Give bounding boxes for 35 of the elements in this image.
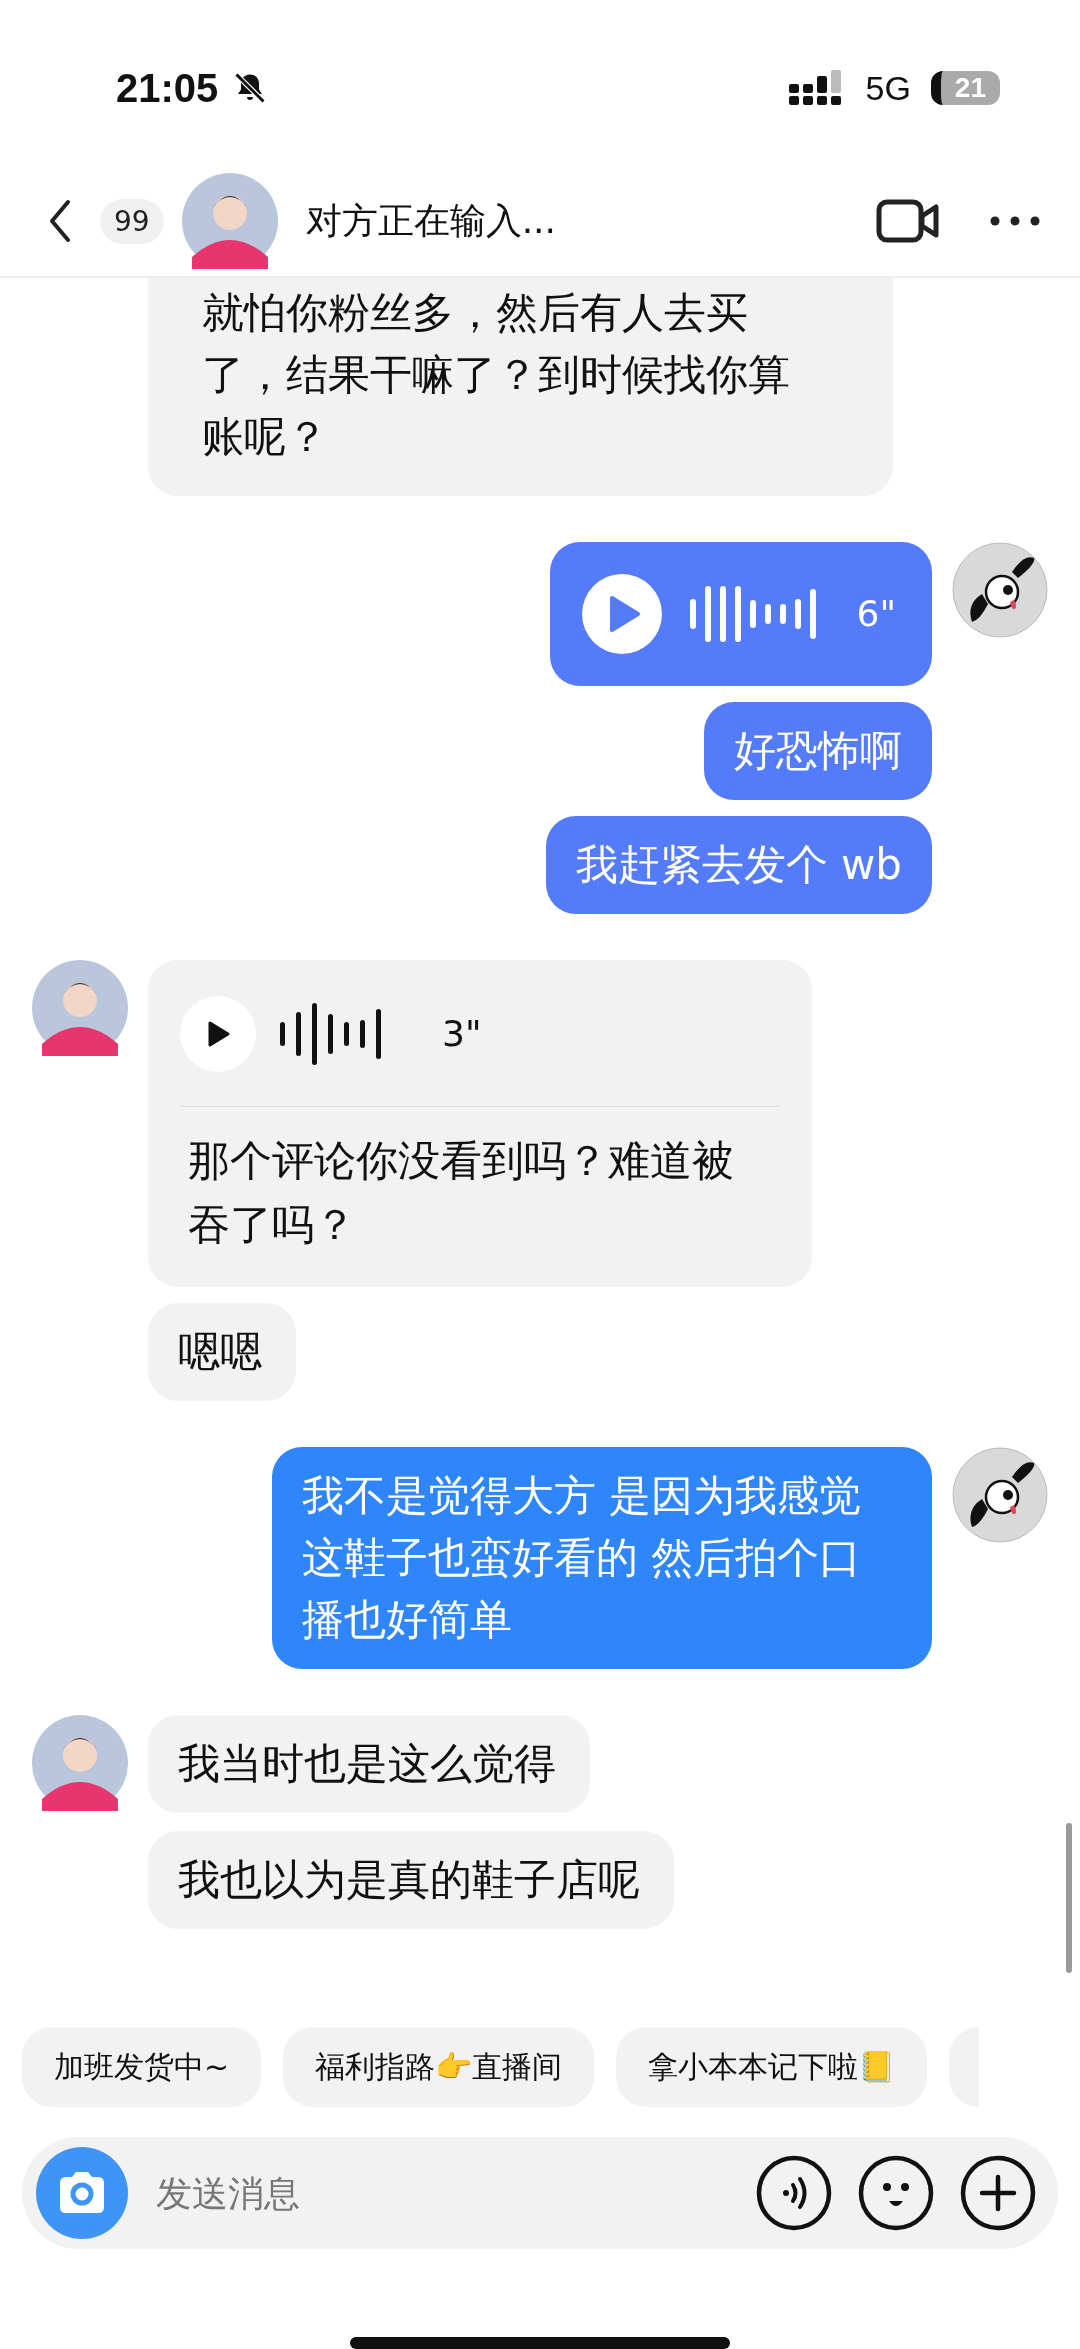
dog-avatar-icon[interactable] — [952, 1447, 1048, 1543]
network-label: 5G — [865, 68, 911, 108]
battery-indicator: 21 — [930, 71, 1000, 105]
voice-transcript: 那个评论你没看到吗？难道被吞了吗？ — [187, 1135, 735, 1251]
message-bubble: 我当时也是这么觉得 — [148, 1715, 590, 1813]
voice-input-icon[interactable] — [756, 2155, 832, 2231]
voice-message[interactable]: 6" — [550, 542, 932, 686]
avatar-icon[interactable] — [32, 1715, 128, 1811]
video-call-icon[interactable] — [876, 199, 940, 243]
avatar-icon[interactable] — [181, 173, 278, 269]
unread-count: 99 — [100, 198, 164, 244]
quick-reply-chip[interactable]: 拿小本本记下啦📒 — [616, 2027, 928, 2107]
quick-reply-chip[interactable]: 加班发货中~ — [22, 2027, 262, 2107]
more-icon[interactable] — [990, 216, 1040, 226]
voice-message[interactable]: 3" 那个评论你没看到吗？难道被吞了吗？ — [148, 960, 812, 1287]
play-icon[interactable] — [180, 996, 256, 1072]
dog-avatar-icon[interactable] — [952, 542, 1048, 638]
voice-duration: 3" — [442, 1012, 482, 1056]
chat-title: 对方正在输入... — [305, 198, 556, 243]
quick-reply-chip[interactable]: 福利指路👉直播间 — [283, 2027, 595, 2107]
add-icon[interactable] — [960, 2155, 1036, 2231]
voice-duration: 6" — [856, 592, 896, 636]
camera-icon[interactable] — [36, 2147, 128, 2239]
emoji-icon[interactable] — [858, 2155, 934, 2231]
avatar-icon[interactable] — [32, 960, 128, 1056]
message-bubble: 嗯嗯 — [148, 1303, 296, 1401]
message-bubble: 我也以为是真的鞋子店呢 — [148, 1831, 674, 1929]
message-input[interactable]: 发送消息 — [154, 2171, 730, 2215]
back-icon[interactable] — [48, 199, 72, 243]
message-bubble: 我不是觉得大方 是因为我感觉这鞋子也蛮好看的 然后拍个口播也好简单 — [272, 1447, 932, 1669]
message-bubble: 我赶紧去发个 wb — [545, 816, 932, 914]
message-bubble: 好恐怖啊 — [704, 702, 932, 800]
message-bubble: 就怕你粉丝多，然后有人去买了，结果干嘛了？到时候找你算账呢？ — [148, 278, 893, 496]
signal-icon — [789, 70, 844, 106]
status-time: 21:05 — [116, 65, 219, 111]
